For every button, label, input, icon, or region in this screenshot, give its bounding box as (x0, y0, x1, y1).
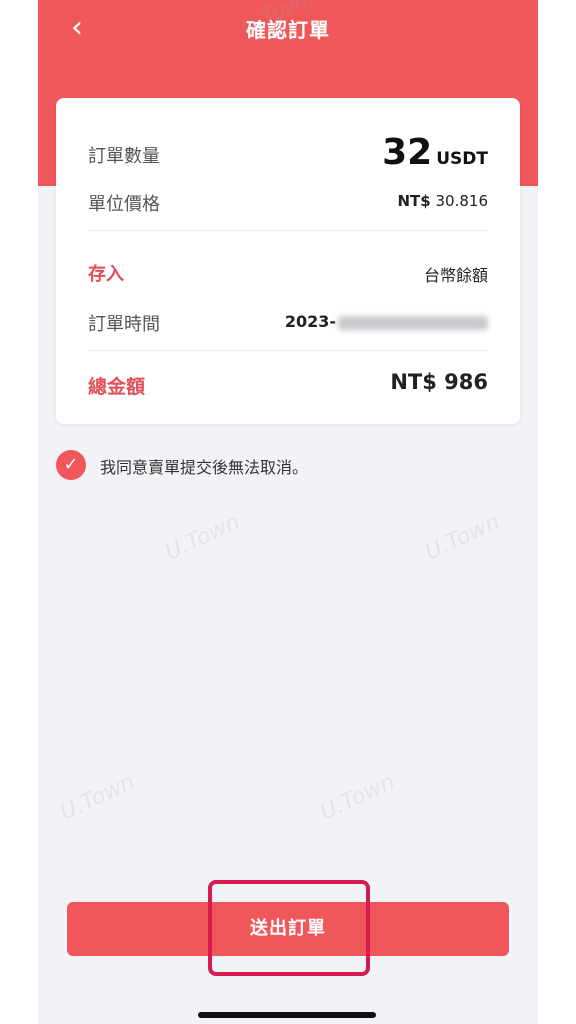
quantity-value: 32 USDT (382, 132, 488, 173)
deposit-row: 存入 台幣餘額 (88, 260, 488, 286)
app-screen: ‹ 確認訂單 U.Town U.Town U.Town U.Town U.Tow… (38, 0, 538, 1024)
order-time-text: 2023- (284, 312, 336, 331)
watermark: U.Town (56, 769, 139, 826)
order-time-label: 訂單時間 (88, 314, 160, 335)
watermark: U.Town (421, 509, 504, 566)
checkmark-icon: ✓ (63, 454, 79, 475)
quantity-label: 訂單數量 (88, 146, 160, 167)
unit-price-value: NT$ 30.816 (397, 192, 488, 210)
total-row: 總金額 NT$ 986 (88, 370, 488, 400)
agreement-text: 我同意賣單提交後無法取消。 (100, 458, 309, 477)
redacted-area (338, 315, 488, 330)
watermark: U.Town (316, 769, 399, 826)
order-summary-card: 訂單數量 32 USDT 單位價格 NT$ 30.816 存入 台幣餘額 訂單時間… (56, 98, 520, 424)
watermark: U.Town (161, 509, 244, 566)
unit-price-row: 單位價格 NT$ 30.816 (88, 190, 488, 216)
unit-price-currency: NT$ (397, 192, 431, 210)
deposit-label: 存入 (88, 264, 124, 285)
total-value: NT$ 986 (390, 370, 488, 394)
highlight-box (208, 880, 370, 976)
quantity-number: 32 (382, 132, 433, 173)
agreement-checkbox[interactable]: ✓ (56, 450, 86, 480)
divider (88, 350, 488, 351)
divider (88, 230, 488, 231)
order-time-row: 訂單時間 2023- (88, 310, 488, 336)
quantity-unit: USDT (436, 149, 488, 169)
quantity-row: 訂單數量 32 USDT (88, 132, 488, 178)
total-label: 總金額 (88, 376, 146, 398)
unit-price-label: 單位價格 (88, 194, 160, 215)
unit-price-amount: 30.816 (435, 192, 489, 210)
home-indicator (198, 1012, 376, 1018)
deposit-value: 台幣餘額 (423, 266, 488, 285)
order-time-value: 2023- (285, 312, 488, 331)
